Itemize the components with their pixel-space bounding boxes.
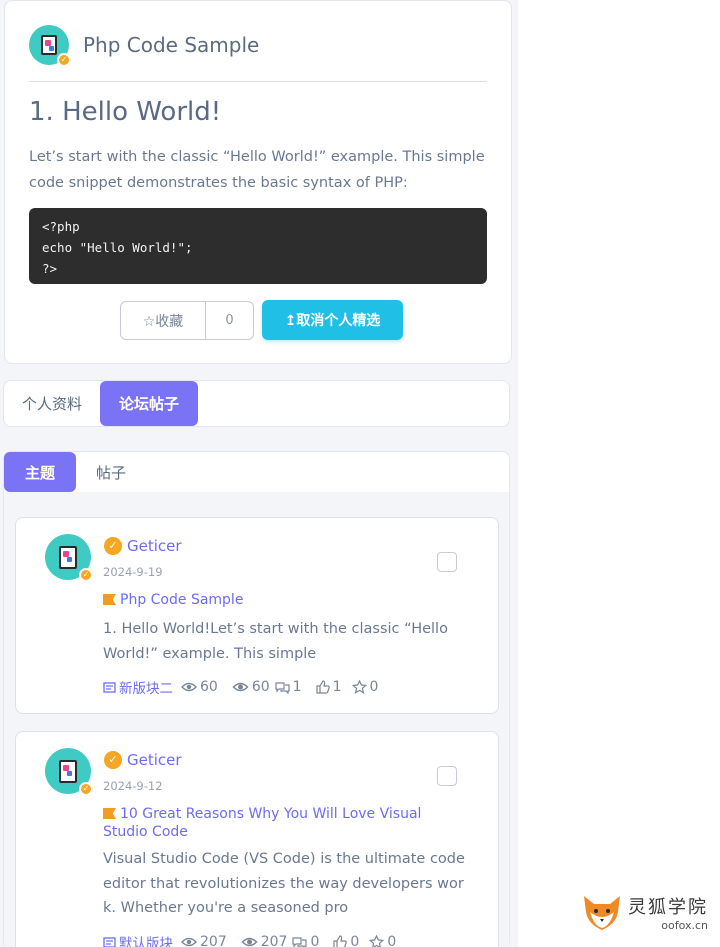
code-block: <?php echo "Hello World!"; ?> bbox=[29, 208, 487, 284]
forum-link[interactable]: 新版块二 bbox=[103, 677, 173, 697]
watermark-en: oofox.cn bbox=[661, 918, 708, 932]
post-date: 2024-9-19 bbox=[103, 565, 163, 579]
favorite-button[interactable]: ☆收藏 bbox=[121, 302, 206, 339]
post-select-checkbox[interactable] bbox=[437, 766, 457, 786]
verified-badge-icon: ✓ bbox=[104, 751, 122, 769]
avatar-image-icon bbox=[59, 545, 77, 569]
post-excerpt: Visual Studio Code (VS Code) is the ulti… bbox=[103, 851, 465, 916]
profile-tabs: 个人资料 论坛帖子 bbox=[3, 380, 510, 427]
divider bbox=[29, 81, 487, 82]
likes-stat[interactable]: 0 bbox=[333, 934, 359, 947]
post-author[interactable]: ✓ Geticer bbox=[104, 537, 182, 555]
post-title-link[interactable]: Php Code Sample bbox=[103, 591, 463, 609]
replies-stat: 1 bbox=[275, 679, 302, 695]
favorite-count: 0 bbox=[225, 313, 234, 328]
eye-icon bbox=[181, 682, 197, 692]
tab-replies[interactable]: 帖子 bbox=[76, 452, 146, 492]
favorites-stat[interactable]: 0 bbox=[351, 679, 378, 695]
flag-icon bbox=[103, 594, 116, 605]
verified-icon: ✓ bbox=[57, 53, 71, 67]
list-item[interactable]: ✓ ✓ Geticer 2024-9-19 Php Code Sample 1.… bbox=[15, 517, 499, 714]
star-icon bbox=[351, 680, 367, 694]
comments-icon bbox=[275, 681, 290, 694]
watermark-cn: 灵狐学院 bbox=[628, 896, 708, 918]
eye-icon bbox=[232, 682, 249, 692]
forum-posts-card: 主题 帖子 ✓ ✓ Geticer 2024-9-19 Php Code Sam… bbox=[3, 451, 510, 947]
avatar[interactable]: ✓ bbox=[45, 748, 93, 796]
likes-stat[interactable]: 1 bbox=[315, 679, 342, 695]
reads-stat: 207 bbox=[241, 934, 287, 947]
forum-name: 新版块二 bbox=[119, 681, 173, 697]
tab-topics[interactable]: 主题 bbox=[4, 452, 76, 492]
post-title-link[interactable]: 10 Great Reasons Why You Will Love Visua… bbox=[103, 805, 463, 841]
post-excerpt: 1. Hello World!Let’s start with the clas… bbox=[103, 621, 448, 662]
tab-profile[interactable]: 个人资料 bbox=[4, 381, 100, 426]
post-title: Php Code Sample bbox=[120, 592, 244, 608]
verified-badge-icon: ✓ bbox=[104, 537, 122, 555]
watermark-logo: 灵狐学院 oofox.cn bbox=[580, 892, 708, 932]
post-meta: 默认版块 207 207 0 0 0 bbox=[103, 932, 396, 947]
code-line: echo "Hello World!"; bbox=[42, 240, 193, 255]
flag-icon bbox=[103, 808, 116, 819]
tab-forum-posts[interactable]: 论坛帖子 bbox=[100, 381, 198, 426]
eye-icon bbox=[181, 937, 197, 947]
page-title: Php Code Sample bbox=[83, 33, 260, 57]
code-line: <?php bbox=[42, 219, 80, 234]
author-name: Geticer bbox=[127, 751, 182, 769]
views-stat: 207 bbox=[181, 934, 227, 947]
forum-icon bbox=[103, 936, 116, 947]
reads-stat: 60 bbox=[232, 679, 270, 695]
code-line: ?> bbox=[42, 261, 58, 276]
avatar[interactable]: ✓ bbox=[29, 25, 71, 67]
article-header: ✓ Php Code Sample bbox=[29, 25, 260, 67]
fox-logo-icon bbox=[584, 896, 620, 930]
post-select-checkbox[interactable] bbox=[437, 552, 457, 572]
avatar[interactable]: ✓ bbox=[45, 534, 93, 582]
favorite-group: ☆收藏 0 bbox=[120, 301, 254, 340]
post-author[interactable]: ✓ Geticer bbox=[104, 751, 182, 769]
right-blank-pane bbox=[518, 0, 720, 947]
thumbs-up-icon bbox=[315, 680, 330, 694]
favorites-stat[interactable]: 0 bbox=[369, 934, 396, 947]
forum-link[interactable]: 默认版块 bbox=[103, 932, 173, 947]
post-title: 10 Great Reasons Why You Will Love Visua… bbox=[103, 806, 422, 840]
forum-icon bbox=[103, 681, 116, 693]
verified-icon: ✓ bbox=[79, 568, 93, 582]
avatar-image-icon bbox=[59, 759, 77, 783]
post-meta: 新版块二 60 60 1 1 0 bbox=[103, 677, 378, 697]
comments-icon bbox=[292, 936, 308, 947]
article-intro: Let’s start with the classic “Hello Worl… bbox=[29, 149, 485, 191]
verified-icon: ✓ bbox=[79, 782, 93, 796]
list-item[interactable]: ✓ ✓ Geticer 2024-9-12 10 Great Reasons W… bbox=[15, 731, 499, 947]
article-heading: 1. Hello World! bbox=[29, 97, 222, 127]
post-date: 2024-9-12 bbox=[103, 779, 163, 793]
thumbs-up-icon bbox=[333, 935, 348, 947]
author-name: Geticer bbox=[127, 537, 182, 555]
star-icon bbox=[369, 935, 385, 947]
forum-name: 默认版块 bbox=[119, 936, 173, 947]
unpick-featured-button[interactable]: ↥取消个人精选 bbox=[262, 300, 403, 340]
eye-icon bbox=[241, 937, 258, 947]
article-card: ✓ Php Code Sample 1. Hello World! Let’s … bbox=[4, 0, 512, 364]
replies-stat: 0 bbox=[292, 934, 319, 947]
views-stat: 60 bbox=[181, 679, 218, 695]
avatar-image-icon bbox=[41, 35, 57, 55]
